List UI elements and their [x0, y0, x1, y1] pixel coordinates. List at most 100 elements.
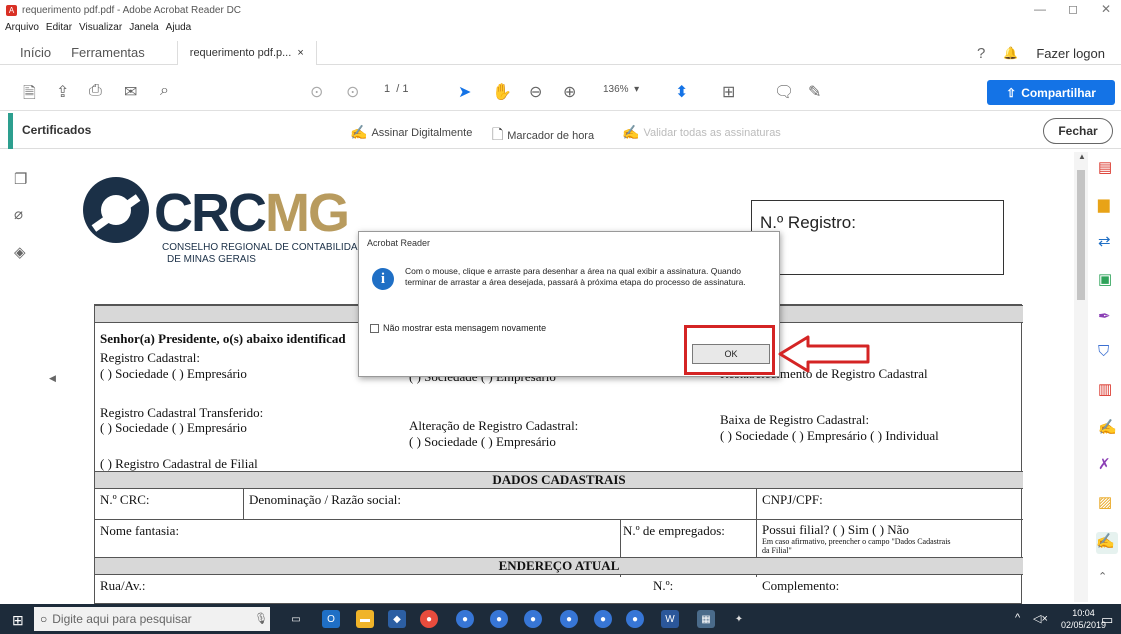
tab-close-icon[interactable]: ×: [297, 47, 303, 59]
organize-pages-icon[interactable]: ▤: [1098, 158, 1112, 176]
certificates-tool-icon[interactable]: ✗: [1098, 455, 1111, 473]
zoom-in-icon[interactable]: ⊕: [563, 82, 576, 102]
save-icon[interactable]: 🗎: [23, 82, 36, 109]
crcmg-logo-text: CRCMG: [154, 182, 350, 244]
possui-filial-label: Possui filial? ( ) Sim ( ) Não: [762, 522, 909, 537]
hand-icon[interactable]: ✋: [492, 82, 512, 102]
upload-icon[interactable]: ⇪: [56, 82, 69, 102]
scroll-mode-icon[interactable]: ⊞: [722, 82, 735, 102]
logo-sub-line1: CONSELHO REGIONAL DE CONTABILIDADE: [162, 242, 372, 253]
validate-signatures-button[interactable]: ✍ Validar todas as assinaturas: [622, 124, 781, 141]
registro-box: N.º Registro:: [751, 200, 1004, 275]
task-view-icon[interactable]: ▭: [287, 610, 305, 628]
comment-icon[interactable]: 🗨: [774, 82, 794, 102]
menu-janela[interactable]: Janela: [129, 22, 158, 36]
page-up-icon[interactable]: ⊙: [310, 82, 323, 102]
chrome-icon[interactable]: ●: [420, 610, 438, 628]
sign-pen-icon: ✍: [350, 124, 368, 140]
registro-label: N.º Registro:: [760, 213, 856, 232]
pages-icon[interactable]: ❐: [14, 170, 27, 188]
app-icon[interactable]: ●: [524, 610, 542, 628]
validate-label: Validar todas as assinaturas: [643, 126, 781, 139]
tab-home[interactable]: Início: [0, 41, 63, 65]
expand-tools-icon[interactable]: ⌃: [1098, 570, 1107, 583]
close-icon[interactable]: ✕: [1101, 2, 1111, 16]
share-label: Compartilhar: [1021, 85, 1096, 100]
send-signature-icon[interactable]: ✍: [1098, 418, 1117, 436]
tab-document[interactable]: requerimento pdf.p... ×: [176, 40, 317, 65]
zoom-out-icon[interactable]: ⊖: [529, 82, 542, 102]
maximize-icon[interactable]: ◻: [1068, 2, 1078, 16]
protect-icon[interactable]: ⛉: [1098, 343, 1109, 360]
app-icon[interactable]: ◆: [388, 610, 406, 628]
bell-icon[interactable]: 🔔: [1003, 46, 1018, 60]
app-icon[interactable]: ✦: [730, 610, 748, 628]
timestamp-button[interactable]: 🗋 Marcador de hora: [492, 124, 594, 148]
page-indicator: 1 / 1: [384, 83, 408, 95]
dont-show-again-checkbox[interactable]: Não mostrar esta mensagem novamente: [370, 323, 546, 333]
share-button[interactable]: ⇧ Compartilhar: [987, 80, 1115, 105]
divider: [95, 519, 1023, 520]
menu-editar[interactable]: Editar: [46, 22, 72, 36]
email-icon[interactable]: ✉: [124, 82, 137, 102]
login-link[interactable]: Fazer logon: [1036, 46, 1105, 61]
dados-cadastrais-header: DADOS CADASTRAIS: [95, 471, 1023, 489]
timestamp-icon: 🗋: [492, 126, 504, 142]
layers-icon[interactable]: ◈: [14, 243, 26, 261]
checkbox-box[interactable]: [370, 323, 379, 333]
comment-tool-icon[interactable]: ▆: [1098, 195, 1110, 213]
scroll-up-icon[interactable]: ▲: [1078, 152, 1086, 161]
sign-digitally-button[interactable]: ✍ Assinar Digitalmente: [350, 124, 472, 141]
notifications-icon[interactable]: ▭: [1101, 612, 1113, 628]
attachment-icon[interactable]: ⌀: [14, 205, 23, 223]
export-pdf-icon[interactable]: ⇄: [1098, 232, 1111, 250]
edit-pdf-icon[interactable]: ▣: [1098, 270, 1112, 288]
tray-chevron-icon[interactable]: ^: [1015, 612, 1020, 624]
select-arrow-icon[interactable]: ➤: [458, 82, 471, 102]
crcmg-logo-icon: [83, 177, 149, 243]
menu-visualizar[interactable]: Visualizar: [79, 22, 122, 36]
app-icon[interactable]: ▦: [697, 610, 715, 628]
help-icon[interactable]: ?: [977, 45, 985, 62]
word-icon[interactable]: W: [661, 610, 679, 628]
outlook-icon[interactable]: O: [322, 610, 340, 628]
filial-option: ( ) Registro Cadastral de Filial: [100, 456, 258, 471]
fill-sign-icon[interactable]: ✒: [1098, 307, 1111, 325]
scrollbar-thumb[interactable]: [1077, 170, 1085, 300]
reg-transferido-label: Registro Cadastral Transferido:: [100, 405, 264, 420]
volume-icon[interactable]: ◁×: [1033, 612, 1048, 625]
right-tools-panel: ▤ ▆ ⇄ ▣ ✒ ⛉ ▥ ✍ ✗ ▨ ✍ ⌃: [1090, 150, 1121, 604]
fit-page-icon[interactable]: ⬍: [675, 82, 688, 102]
reg-transferido-options: ( ) Sociedade ( ) Empresário: [100, 420, 247, 435]
menu-ajuda[interactable]: Ajuda: [166, 22, 192, 36]
zoom-select[interactable]: 136% ▾: [603, 84, 639, 95]
reg-cadastral-label: Registro Cadastral:: [100, 350, 201, 365]
pen-icon[interactable]: ✎: [808, 82, 821, 102]
app-icon[interactable]: ●: [594, 610, 612, 628]
app-icon[interactable]: ●: [626, 610, 644, 628]
print-icon[interactable]: ⎙: [89, 82, 102, 100]
menu-arquivo[interactable]: Arquivo: [5, 22, 39, 36]
close-certificates-button[interactable]: Fechar: [1043, 118, 1113, 144]
app-icon[interactable]: ●: [456, 610, 474, 628]
dialog-title: Acrobat Reader: [367, 238, 431, 248]
app-icon[interactable]: ●: [560, 610, 578, 628]
menu-bar: Arquivo Editar Visualizar Janela Ajuda: [0, 22, 191, 36]
taskbar-search[interactable]: ○ Digite aqui para pesquisar: [34, 607, 270, 631]
collapse-panel-icon[interactable]: ◀: [49, 373, 56, 384]
mic-icon[interactable]: 🎙: [254, 612, 268, 625]
app-icon[interactable]: ●: [490, 610, 508, 628]
tab-tools[interactable]: Ferramentas: [63, 41, 157, 65]
clock-date: 02/05/2019: [1061, 620, 1107, 630]
create-pdf-icon[interactable]: ▥: [1098, 380, 1112, 398]
minimize-icon[interactable]: —: [1034, 2, 1046, 16]
windows-start-icon[interactable]: ⊞: [12, 612, 24, 629]
zoom-search-icon[interactable]: ⌕: [160, 82, 169, 100]
active-signature-tool-icon[interactable]: ✍: [1096, 532, 1118, 554]
stamp-icon[interactable]: ▨: [1098, 493, 1112, 511]
page-down-icon[interactable]: ⊙: [346, 82, 359, 102]
page-input[interactable]: 1: [384, 83, 390, 95]
taskbar-clock[interactable]: 10:04 02/05/2019: [1061, 607, 1106, 631]
file-explorer-icon[interactable]: ▬: [356, 610, 374, 628]
page-total: / 1: [396, 83, 409, 95]
